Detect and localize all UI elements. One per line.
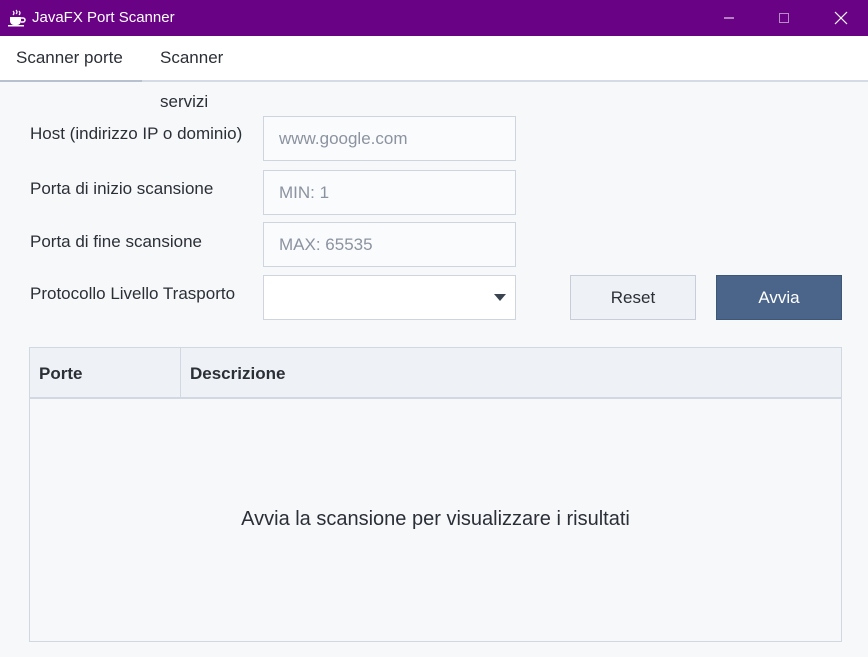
close-button[interactable] [814,0,868,36]
host-input[interactable] [263,116,516,161]
results-table[interactable]: Porte Descrizione Avvia la scansione per… [29,347,842,642]
window-title: JavaFX Port Scanner [32,9,175,26]
java-cup-icon [8,9,26,27]
empty-table-message: Avvia la scansione per visualizzare i ri… [241,508,630,530]
end-port-label: Porta di fine scansione [30,232,202,251]
tab-scanner-servizi[interactable]: Scanner servizi [144,36,292,111]
column-header-descrizione[interactable]: Descrizione [181,348,841,397]
reset-button[interactable]: Reset [570,275,696,320]
avvia-button[interactable]: Avvia [716,275,842,320]
table-header: Porte Descrizione [30,348,841,399]
column-header-porte[interactable]: Porte [30,348,181,397]
protocol-dropdown[interactable] [263,275,516,320]
maximize-icon [779,13,789,23]
end-port-input[interactable] [263,222,516,267]
title-bar[interactable]: JavaFX Port Scanner [0,0,868,36]
tab-bar: Scanner porte Scanner servizi [0,36,868,111]
protocol-label: Protocollo Livello Trasporto [30,284,236,303]
host-label: Host (indirizzo IP o dominio) [30,124,243,143]
close-icon [834,11,848,25]
dropdown-arrow-icon [494,294,506,301]
start-port-input[interactable] [263,170,516,215]
minimize-button[interactable] [702,0,756,36]
tab-scanner-porte[interactable]: Scanner porte [0,36,142,80]
selected-tab-indicator [0,80,142,82]
app-window: JavaFX Port Scanner Scanner porte Scanne… [0,0,868,657]
minimize-icon [724,17,734,19]
start-port-label: Porta di inizio scansione [30,179,214,198]
maximize-button[interactable] [757,0,811,36]
